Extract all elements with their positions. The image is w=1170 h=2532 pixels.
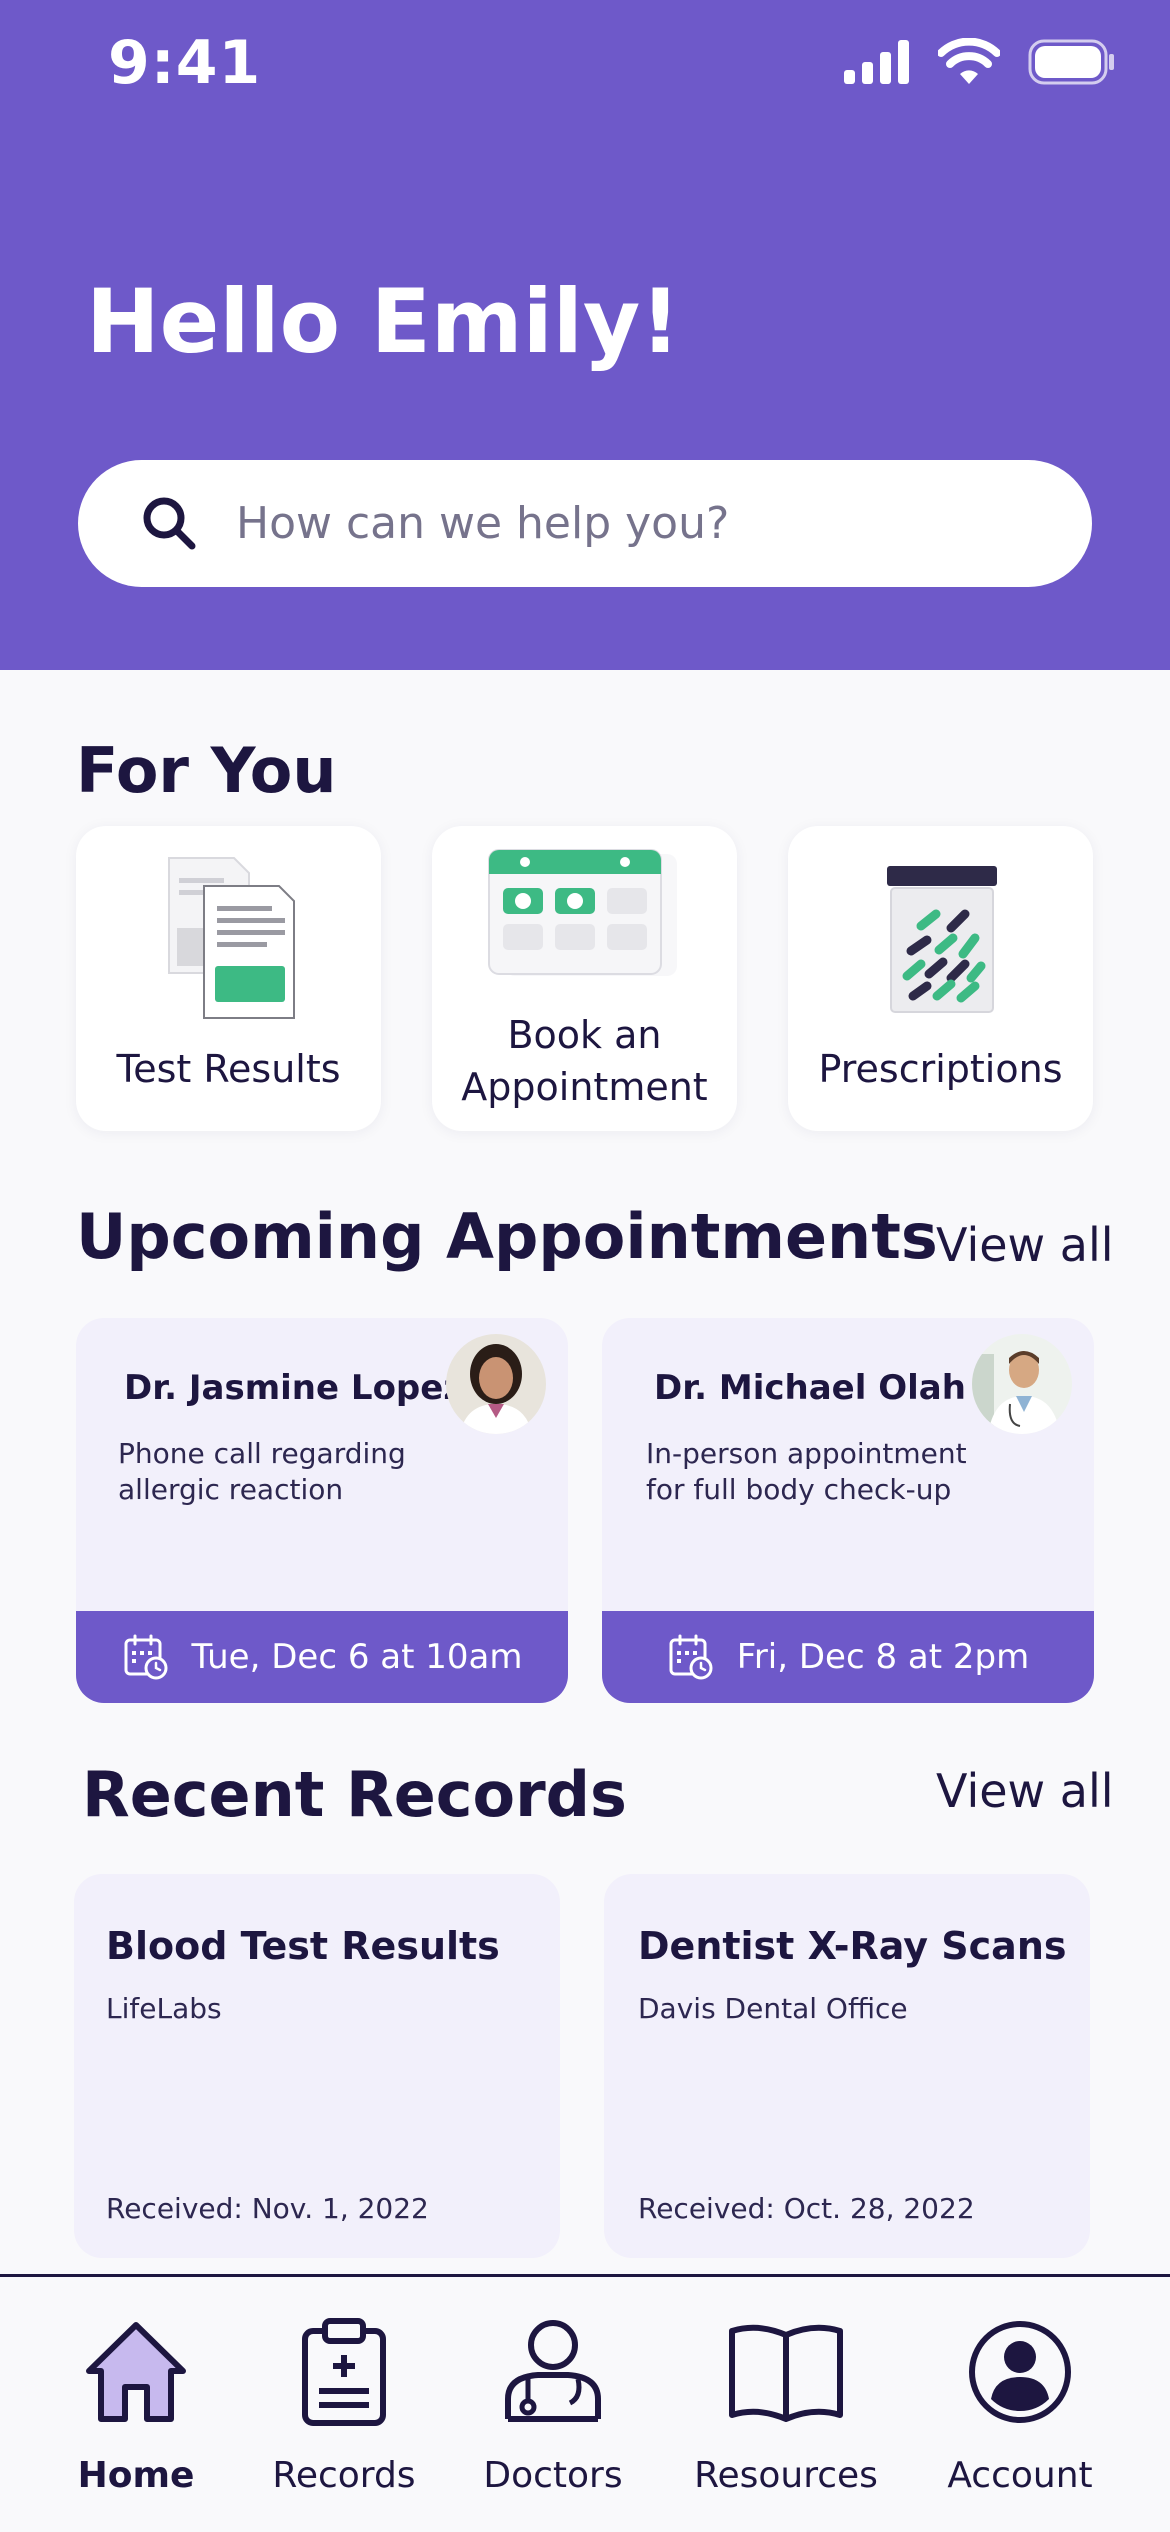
upcoming-appointments-title: Upcoming Appointments [76, 1200, 938, 1273]
appointment-doctor-name: Dr. Michael Olah [654, 1368, 966, 1408]
record-card[interactable]: Dentist X-Ray Scans Davis Dental Office … [604, 1874, 1090, 2258]
record-title: Dentist X-Ray Scans [638, 1924, 1067, 1968]
test-results-card[interactable]: Test Results [76, 826, 381, 1131]
battery-icon [1028, 39, 1114, 85]
documents-icon [167, 857, 295, 1019]
tab-resources-label: Resources [694, 2455, 878, 2496]
appointment-date-bar: Fri, Dec 8 at 2pm [602, 1611, 1094, 1703]
appointment-card[interactable]: Dr. Jasmine Lopez Phone call regarding a… [76, 1318, 568, 1703]
prescriptions-label: Prescriptions [818, 1047, 1063, 1091]
calendar-icon [487, 849, 677, 976]
calendar-clock-icon [124, 1634, 168, 1680]
tab-doctors-label: Doctors [483, 2455, 623, 2496]
status-time: 9:41 [108, 28, 262, 98]
home-icon [86, 2322, 186, 2422]
record-received-date: Received: Nov. 1, 2022 [106, 2192, 429, 2225]
tab-doctors[interactable]: Doctors [443, 2317, 663, 2517]
calendar-clock-icon [669, 1634, 713, 1680]
record-source: LifeLabs [106, 1992, 222, 2025]
clipboard-icon [302, 2318, 386, 2426]
avatar [972, 1334, 1072, 1434]
tab-home[interactable]: Home [26, 2317, 246, 2517]
appointment-date: Tue, Dec 6 at 10am [191, 1637, 523, 1677]
prescriptions-card[interactable]: Prescriptions [788, 826, 1093, 1131]
recent-records-title: Recent Records [82, 1758, 627, 1831]
account-icon [969, 2321, 1071, 2423]
tab-resources[interactable]: Resources [676, 2317, 896, 2517]
search-icon [143, 497, 196, 549]
tab-records[interactable]: Records [234, 2317, 454, 2517]
book-appointment-label: Book an Appointment [461, 1013, 708, 1109]
appointments-view-all-link[interactable]: View all [936, 1218, 1114, 1272]
appointment-card[interactable]: Dr. Michael Olah In-person appointment f… [602, 1318, 1094, 1703]
tab-account-label: Account [947, 2455, 1093, 2496]
appointment-date: Fri, Dec 8 at 2pm [736, 1637, 1030, 1677]
appointment-description: In-person appointment for full body chec… [646, 1437, 967, 1506]
search-input[interactable] [236, 498, 1036, 549]
wifi-icon [938, 38, 1000, 84]
for-you-title: For You [76, 734, 337, 807]
record-title: Blood Test Results [106, 1924, 500, 1968]
tab-records-label: Records [272, 2455, 416, 2496]
book-icon [729, 2324, 843, 2422]
records-view-all-link[interactable]: View all [936, 1764, 1114, 1818]
pill-bottle-icon [886, 866, 997, 1013]
tab-bar: Home Records Doctors Resources Account [0, 2274, 1170, 2532]
appointment-doctor-name: Dr. Jasmine Lopez [124, 1368, 464, 1408]
record-card[interactable]: Blood Test Results LifeLabs Received: No… [74, 1874, 560, 2258]
appointment-description: Phone call regarding allergic reaction [118, 1437, 406, 1506]
tab-account[interactable]: Account [910, 2317, 1130, 2517]
appointment-date-bar: Tue, Dec 6 at 10am [76, 1611, 568, 1703]
tab-home-label: Home [77, 2455, 195, 2496]
status-icons [844, 38, 1116, 86]
record-received-date: Received: Oct. 28, 2022 [638, 2192, 975, 2225]
header: 9:41 Hello Emily! [0, 0, 1170, 670]
signal-icon [844, 40, 909, 84]
book-appointment-card[interactable]: Book an Appointment [432, 826, 737, 1131]
test-results-label: Test Results [116, 1047, 341, 1091]
avatar [446, 1334, 546, 1434]
greeting-title: Hello Emily! [86, 270, 681, 373]
record-source: Davis Dental Office [638, 1992, 908, 2025]
doctor-icon [505, 2320, 601, 2422]
search-bar[interactable] [78, 460, 1092, 587]
